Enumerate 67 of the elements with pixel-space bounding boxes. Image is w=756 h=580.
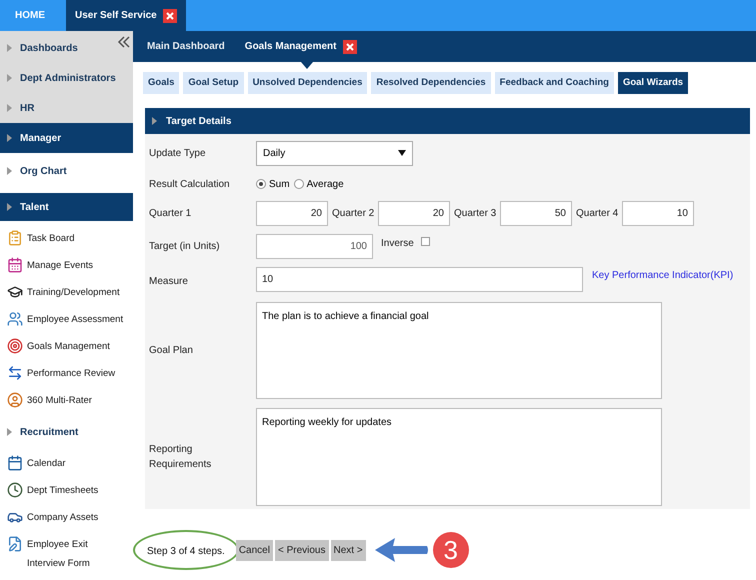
field-label: Quarter 1 xyxy=(149,207,192,221)
expand-triangle-icon xyxy=(7,74,12,82)
page-tab[interactable]: Resolved Dependencies xyxy=(371,72,491,94)
page-tab[interactable]: Unsolved Dependencies xyxy=(248,72,368,94)
expand-triangle-icon xyxy=(7,104,12,112)
calendar-icon xyxy=(7,257,23,273)
field-label: Quarter 3 xyxy=(454,207,498,221)
sidebar-item[interactable]: HR xyxy=(0,93,133,123)
checkbox[interactable] xyxy=(420,237,430,246)
text-area[interactable]: Reporting weekly for updates xyxy=(256,408,662,506)
page-tab[interactable]: Goal Setup xyxy=(183,72,244,94)
clipboard-icon xyxy=(7,230,23,246)
sidebar-item[interactable]: Dept Administrators xyxy=(0,63,133,93)
close-icon[interactable] xyxy=(162,8,177,22)
expand-triangle-icon xyxy=(7,428,12,436)
field-label: Quarter 4 xyxy=(576,207,620,221)
page-tab[interactable]: Goals xyxy=(143,72,180,94)
dropdown-arrow-icon xyxy=(398,150,406,156)
wizard-button[interactable]: Cancel xyxy=(236,540,273,560)
text-field[interactable]: 10 xyxy=(622,201,694,226)
field-label: Quarter 2 xyxy=(332,207,376,221)
collapse-icon[interactable] xyxy=(117,36,131,48)
kpi-link[interactable]: Key Performance Indicator(KPI) xyxy=(592,268,734,283)
radio-option[interactable]: Sum xyxy=(256,176,290,192)
module-tab[interactable]: Goals Management xyxy=(244,39,356,54)
text-area[interactable]: The plan is to achieve a financial goal xyxy=(256,302,662,399)
radio-option[interactable]: Average xyxy=(294,176,344,192)
field-label: Measure xyxy=(149,275,189,289)
field-label: Goal Plan xyxy=(149,344,194,358)
field-label: Target (in Units) xyxy=(149,240,221,254)
field-label: Update Type xyxy=(149,146,207,160)
expand-triangle-icon xyxy=(7,203,12,211)
field-label: Result Calculation xyxy=(149,178,231,192)
field-label: Reporting Requirements xyxy=(149,443,212,472)
person-icon xyxy=(7,392,23,408)
text-field[interactable]: 50 xyxy=(500,201,572,226)
step-text: Step 3 of 4 steps. xyxy=(147,546,225,557)
text-field[interactable]: 10 xyxy=(256,267,583,292)
step-number-badge: 3 xyxy=(432,532,469,568)
text-field[interactable]: 100 xyxy=(256,234,373,259)
text-field[interactable]: 20 xyxy=(378,201,450,226)
sidebar-item[interactable]: Talent xyxy=(0,193,133,221)
people-icon xyxy=(7,311,23,327)
field-label: Inverse xyxy=(381,237,414,251)
wizard-button[interactable]: Next > xyxy=(330,540,366,560)
close-icon[interactable] xyxy=(342,40,356,54)
expand-triangle-icon xyxy=(7,167,12,175)
clock-icon xyxy=(7,482,23,498)
expand-triangle-icon xyxy=(7,44,12,52)
panel-title: Target Details xyxy=(166,114,232,128)
arrow-icon xyxy=(374,537,429,563)
module-tab[interactable]: Main Dashboard xyxy=(147,39,225,54)
dropdown[interactable]: Daily xyxy=(256,140,413,166)
page-tab[interactable]: Goal Wizards xyxy=(618,72,688,94)
expand-triangle-icon xyxy=(152,117,157,125)
expand-triangle-icon xyxy=(7,134,12,142)
target-icon xyxy=(7,338,23,354)
page-tab[interactable]: Feedback and Coaching xyxy=(494,72,614,94)
sidebar-item[interactable]: Manager xyxy=(0,123,133,153)
form-icon xyxy=(7,536,23,552)
sidebar-item[interactable]: Dashboards xyxy=(0,33,133,63)
arrows-icon xyxy=(7,365,23,381)
text-field[interactable]: 20 xyxy=(256,201,328,226)
graduation-cap-icon xyxy=(7,284,23,300)
top-tab[interactable]: User Self Service xyxy=(66,0,186,31)
wizard-button[interactable]: < Previous xyxy=(274,540,328,560)
calendar-icon xyxy=(7,455,23,471)
